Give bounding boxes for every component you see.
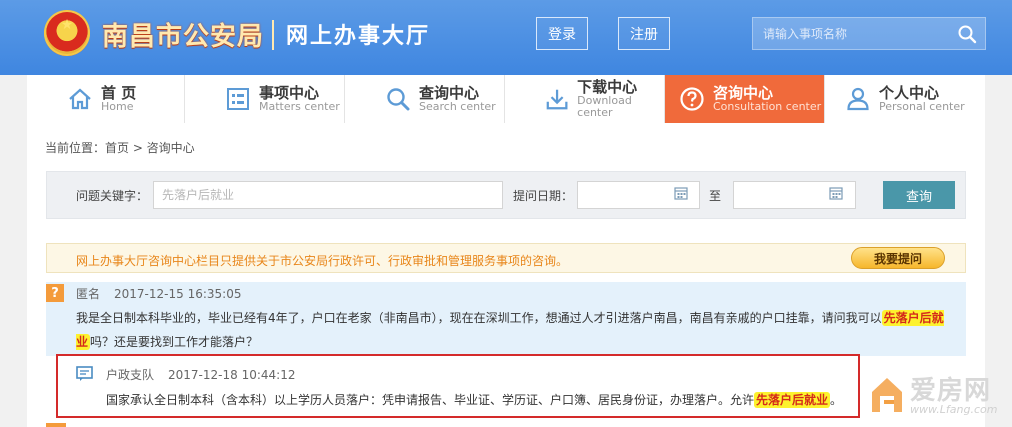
person-icon	[847, 87, 869, 111]
question-author: 匿名	[76, 287, 101, 301]
answer-text: 国家承认全日制本科（含本科）以上学历人员落户：凭申请报告、毕业证、学历证、户口簿…	[106, 390, 842, 410]
question-text-before: 我是全日制本科毕业的，毕业已经有4年了，户口在老家（非南昌市），现在在深圳工作，…	[76, 311, 882, 325]
header-divider	[272, 20, 274, 50]
calendar-icon[interactable]	[829, 186, 843, 200]
query-button[interactable]: 查询	[883, 181, 955, 209]
question-mark-icon: ?	[46, 284, 64, 302]
notice-bar: 网上办事大厅咨询中心栏目只提供关于市公安局行政许可、行政审批和管理服务事项的咨询…	[46, 243, 966, 273]
breadcrumb: 当前位置：首页 > 咨询中心	[45, 141, 195, 155]
police-emblem-icon	[44, 10, 90, 56]
nav-label-cn: 查询中心	[419, 83, 480, 102]
nav-label-cn: 事项中心	[259, 83, 320, 102]
answer-time: 2017-12-18 10:44:12	[168, 368, 296, 382]
answer-highlight-frame: 户政支队 2017-12-18 10:44:12 国家承认全日制本科（含本科）以上…	[56, 354, 860, 418]
home-icon	[69, 88, 91, 110]
ask-question-button[interactable]: 我要提问	[851, 247, 945, 269]
download-icon	[546, 89, 568, 110]
reply-icon	[76, 366, 93, 381]
watermark-url: www.Lfang.com	[910, 403, 998, 416]
main-nav: 首 页 Home 事项中心 Matters center 查询中心 Search…	[27, 75, 985, 123]
question-item: ? 匿名 2017-12-15 16:35:05 我是全日制本科毕业的，毕业已经有…	[46, 282, 966, 356]
watermark: 爱房网 www.Lfang.com	[870, 370, 1008, 424]
list-icon	[227, 88, 249, 110]
answer-author: 户政支队	[106, 368, 155, 382]
calendar-icon[interactable]	[674, 186, 688, 200]
keyword-highlight: 先落户后就业	[754, 392, 831, 408]
watermark-title: 爱房网	[910, 376, 992, 406]
search-icon[interactable]	[957, 24, 977, 44]
keyword-label: 问题关键字：	[76, 189, 149, 203]
notice-text: 网上办事大厅咨询中心栏目只提供关于市公安局行政许可、行政审批和管理服务事项的咨询…	[76, 254, 569, 268]
nav-label-en: Download center	[577, 94, 632, 120]
question-time: 2017-12-15 16:35:05	[114, 287, 242, 301]
search-input[interactable]	[753, 18, 953, 49]
house-logo-icon	[872, 378, 902, 412]
site-header: 南昌市公安局 网上办事大厅 登录 注册	[0, 0, 1012, 75]
nav-item-consultation[interactable]: 咨询中心 Consultation center	[665, 75, 825, 123]
answer-text-before: 国家承认全日制本科（含本科）以上学历人员落户：凭申请报告、毕业证、学历证、户口簿…	[106, 393, 755, 407]
nav-label-en: Personal center	[879, 100, 965, 114]
nav-item-search[interactable]: 查询中心 Search center	[345, 75, 505, 123]
site-name: 南昌市公安局	[102, 22, 265, 52]
to-label: 至	[709, 189, 722, 203]
keyword-input[interactable]	[153, 181, 503, 209]
search-filter: 问题关键字： 提问日期： 至 查询	[46, 171, 966, 219]
answer-text-after: 。	[830, 393, 843, 407]
question-text: 我是全日制本科毕业的，毕业已经有4年了，户口在老家（非南昌市），现在在深圳工作，…	[76, 306, 956, 354]
nav-item-download[interactable]: 下载中心 Download center	[505, 75, 665, 123]
next-item-badge	[46, 423, 66, 427]
nav-item-personal[interactable]: 个人中心 Personal center	[825, 75, 985, 123]
register-button[interactable]: 注册	[618, 17, 670, 50]
nav-label-cn: 下载中心	[577, 77, 638, 96]
answer-meta: 户政支队 2017-12-18 10:44:12	[106, 366, 295, 383]
site-subtitle: 网上办事大厅	[286, 23, 431, 49]
nav-label-en: Home	[101, 100, 134, 114]
nav-item-home[interactable]: 首 页 Home	[27, 75, 185, 123]
nav-label-en: Search center	[419, 100, 496, 114]
nav-label-cn: 咨询中心	[713, 83, 774, 102]
nav-label-cn: 首 页	[101, 83, 137, 102]
nav-label-en: Consultation center	[713, 100, 822, 114]
nav-label-en: Matters center	[259, 100, 340, 114]
nav-label-cn: 个人中心	[879, 83, 940, 102]
login-button[interactable]: 登录	[536, 17, 588, 50]
question-text-after: 吗？还是要找到工作才能落户？	[90, 335, 259, 349]
magnifier-icon	[387, 88, 410, 111]
date-label: 提问日期：	[513, 189, 574, 203]
question-meta: 匿名 2017-12-15 16:35:05	[76, 285, 241, 302]
nav-item-matters[interactable]: 事项中心 Matters center	[185, 75, 345, 123]
header-search	[752, 17, 986, 50]
question-icon	[680, 87, 704, 111]
